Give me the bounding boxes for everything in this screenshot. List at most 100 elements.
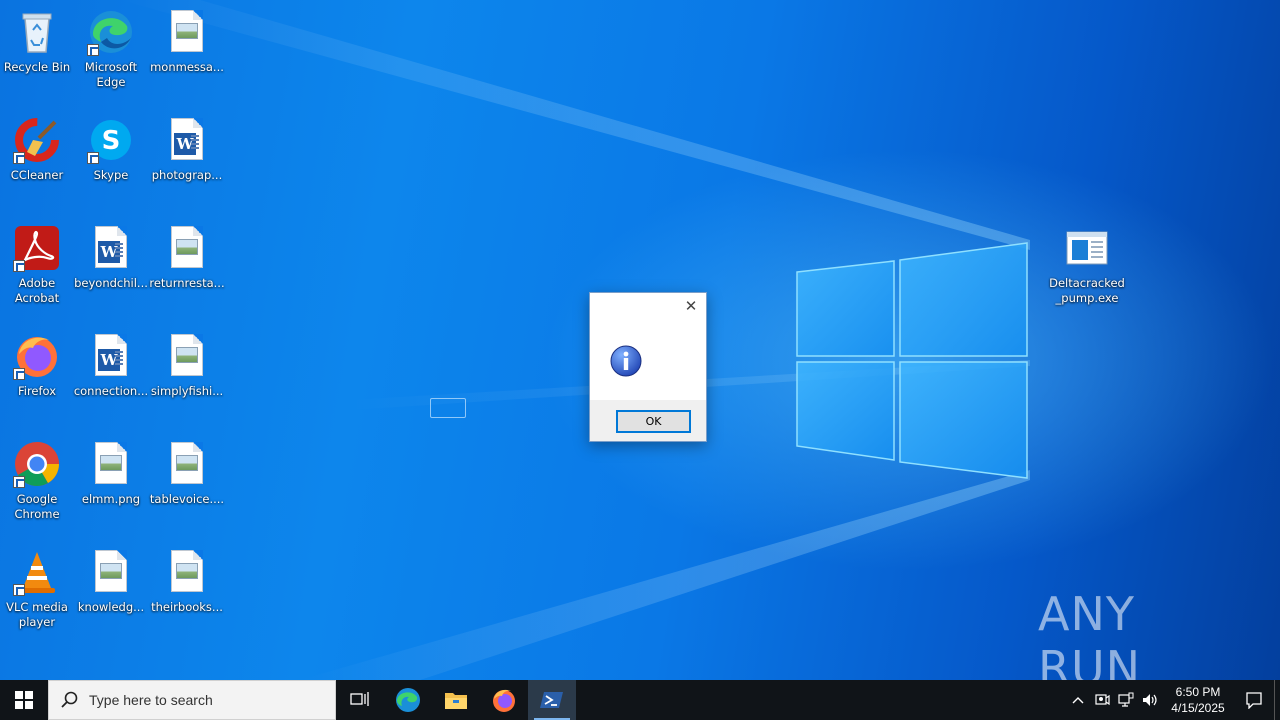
clock-time: 6:50 PM (1175, 685, 1221, 699)
desktop-icon-skype[interactable]: S Skype (73, 110, 149, 210)
desktop-icon-recycle-bin[interactable]: Recycle Bin (0, 2, 75, 102)
ok-button[interactable]: OK (616, 410, 691, 433)
icon-label: monmessa... (150, 60, 224, 74)
message-box-dialog: ✕ OK (589, 292, 707, 442)
taskbar-file-explorer[interactable] (432, 680, 480, 720)
task-view-icon (350, 692, 369, 706)
recycle-bin-icon (13, 8, 61, 56)
start-button[interactable] (0, 680, 48, 720)
shortcut-arrow-icon (13, 260, 25, 272)
shortcut-arrow-icon (13, 368, 25, 380)
icon-label: Recycle Bin (3, 60, 71, 74)
desktop-icon-photograp[interactable]: W photograp... (149, 110, 225, 210)
close-icon[interactable]: ✕ (684, 299, 698, 314)
skype-icon: S (87, 116, 135, 164)
shortcut-arrow-icon (13, 584, 25, 596)
desktop-icon-elmm[interactable]: elmm.png (73, 434, 149, 534)
firefox-icon (493, 689, 515, 712)
vlc-icon (13, 548, 61, 596)
icon-label: Adobe Acrobat (14, 276, 60, 305)
taskbar-clock[interactable]: 6:50 PM 4/15/2025 (1162, 684, 1234, 716)
search-icon (61, 691, 78, 708)
volume-icon[interactable] (1138, 680, 1162, 720)
notification-icon (1246, 692, 1262, 709)
icon-label: beyondchil... (74, 276, 148, 290)
information-icon (610, 345, 642, 377)
desktop-icon-theirbooks[interactable]: theirbooks... (149, 542, 225, 642)
icon-label: Deltacracked_pump.exe (1049, 276, 1125, 305)
desktop-icon-deltacracked-pump[interactable]: Deltacracked_pump.exe (1049, 218, 1125, 318)
word-document-icon: W (87, 224, 135, 272)
desktop-icon-adobe-acrobat[interactable]: Adobe Acrobat (0, 218, 75, 318)
windows-logo-icon (15, 691, 33, 709)
desktop-icon-microsoft-edge[interactable]: Microsoft Edge (73, 2, 149, 102)
meet-now-icon[interactable] (1090, 680, 1114, 720)
image-file-icon (87, 440, 135, 488)
shortcut-arrow-icon (13, 152, 25, 164)
task-view-button[interactable] (336, 680, 384, 720)
image-file-icon (163, 440, 211, 488)
icon-label: knowledg... (77, 600, 145, 614)
network-icon[interactable] (1114, 680, 1138, 720)
icon-label: returnresta... (149, 276, 225, 290)
chrome-icon (13, 440, 61, 488)
image-file-icon (163, 332, 211, 380)
powershell-icon (540, 692, 563, 708)
icon-label: VLC media player (6, 600, 68, 629)
search-placeholder: Type here to search (89, 692, 213, 708)
icon-label: Skype (93, 168, 129, 182)
desktop-icon-knowledg[interactable]: knowledg... (73, 542, 149, 642)
desktop-icon-beyondchil[interactable]: W beyondchil... (73, 218, 149, 318)
ccleaner-icon (13, 116, 61, 164)
icon-label: tablevoice.... (149, 492, 225, 506)
shortcut-arrow-icon (13, 476, 25, 488)
taskbar-firefox[interactable] (480, 680, 528, 720)
desktop-icon-monmessa[interactable]: monmessa... (149, 2, 225, 102)
taskbar-search-box[interactable]: Type here to search (48, 680, 336, 720)
desktop-icon-returnresta[interactable]: returnresta... (149, 218, 225, 318)
edge-icon (87, 8, 135, 56)
file-explorer-icon (445, 693, 467, 709)
action-center-button[interactable] (1234, 680, 1274, 720)
desktop-icon-connection[interactable]: W connection... (73, 326, 149, 426)
image-file-icon (163, 8, 211, 56)
icon-label: Firefox (17, 384, 57, 398)
taskbar-edge[interactable] (384, 680, 432, 720)
desktop-icon-tablevoice[interactable]: tablevoice.... (149, 434, 225, 534)
shortcut-arrow-icon (87, 44, 99, 56)
icon-label: Microsoft Edge (84, 60, 138, 89)
word-document-icon: W (87, 332, 135, 380)
shortcut-arrow-icon (87, 152, 99, 164)
word-document-icon: W (163, 116, 211, 164)
desktop-icon-ccleaner[interactable]: CCleaner (0, 110, 75, 210)
image-file-icon (87, 548, 135, 596)
chevron-up-icon[interactable] (1066, 680, 1090, 720)
firefox-icon (13, 332, 61, 380)
exe-window-icon (1063, 224, 1111, 272)
icon-label: elmm.png (81, 492, 141, 506)
adobe-acrobat-icon (13, 224, 61, 272)
desktop-icon-google-chrome[interactable]: Google Chrome (0, 434, 75, 534)
icon-label: connection... (73, 384, 149, 398)
system-tray: 6:50 PM 4/15/2025 (1066, 680, 1280, 720)
clock-date: 4/15/2025 (1171, 701, 1225, 715)
icon-label: CCleaner (10, 168, 64, 182)
icon-label: photograp... (151, 168, 223, 182)
image-file-icon (163, 224, 211, 272)
image-file-icon (163, 548, 211, 596)
desktop-icon-simplyfishi[interactable]: simplyfishi... (149, 326, 225, 426)
svg-text:S: S (102, 126, 121, 156)
icon-label: Google Chrome (14, 492, 60, 521)
drag-ghost-rectangle (430, 398, 466, 418)
taskbar: Type here to search 6:50 PM 4/15/2025 (0, 680, 1280, 720)
taskbar-powershell[interactable] (528, 680, 576, 720)
desktop-icon-firefox[interactable]: Firefox (0, 326, 75, 426)
icon-label: theirbooks... (151, 600, 223, 614)
desktop-icon-vlc[interactable]: VLC media player (0, 542, 75, 642)
show-desktop-button[interactable] (1274, 680, 1280, 720)
anyrun-watermark: ANY RUN (1038, 587, 1238, 680)
watermark-text: ANY RUN (1038, 587, 1142, 680)
edge-icon (396, 688, 420, 712)
desktop: Recycle Bin CCleaner Adobe Acrobat Firef… (0, 0, 1280, 680)
icon-label: simplyfishi... (150, 384, 224, 398)
